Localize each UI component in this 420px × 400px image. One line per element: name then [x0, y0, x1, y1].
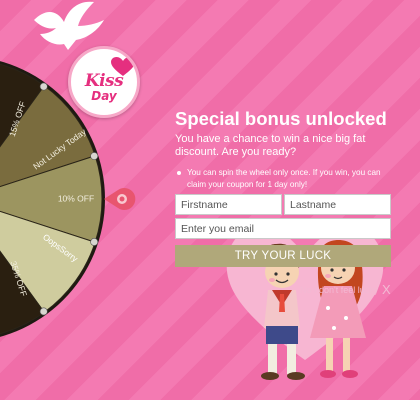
spin-wheel-popup: 15% OFF Not Lucky Today 10% OFF OopsSorry 35… — [0, 0, 420, 400]
bullet-icon — [177, 171, 181, 175]
wheel-peg — [39, 82, 48, 91]
promo-title: Special bonus unlocked — [175, 108, 387, 129]
promo-subtitle: You have a chance to win a nice big fat … — [175, 133, 366, 158]
decline-link[interactable]: No I don't feel lucky — [300, 285, 378, 295]
wheel-peg — [39, 307, 48, 316]
firstname-input[interactable] — [175, 194, 282, 215]
promo-note-text: You can spin the wheel only once. If you… — [187, 168, 381, 189]
email-input[interactable] — [175, 218, 391, 239]
promo-content: Special bonus unlocked You have a chance… — [175, 108, 393, 191]
wheel-slice-label: 10% OFF — [58, 193, 94, 203]
heart-icon — [111, 57, 135, 76]
wheel-peg — [90, 152, 99, 160]
logo-word-day: Day — [91, 89, 117, 103]
try-your-luck-button[interactable]: TRY YOUR LUCK — [175, 245, 391, 267]
wheel-pointer — [104, 188, 136, 210]
lastname-input[interactable] — [284, 194, 391, 215]
promo-note: You can spin the wheel only once. If you… — [175, 167, 390, 191]
close-icon[interactable]: X — [382, 282, 391, 297]
wheel-peg — [90, 238, 99, 246]
kiss-day-logo: Kiss Day — [68, 46, 140, 118]
